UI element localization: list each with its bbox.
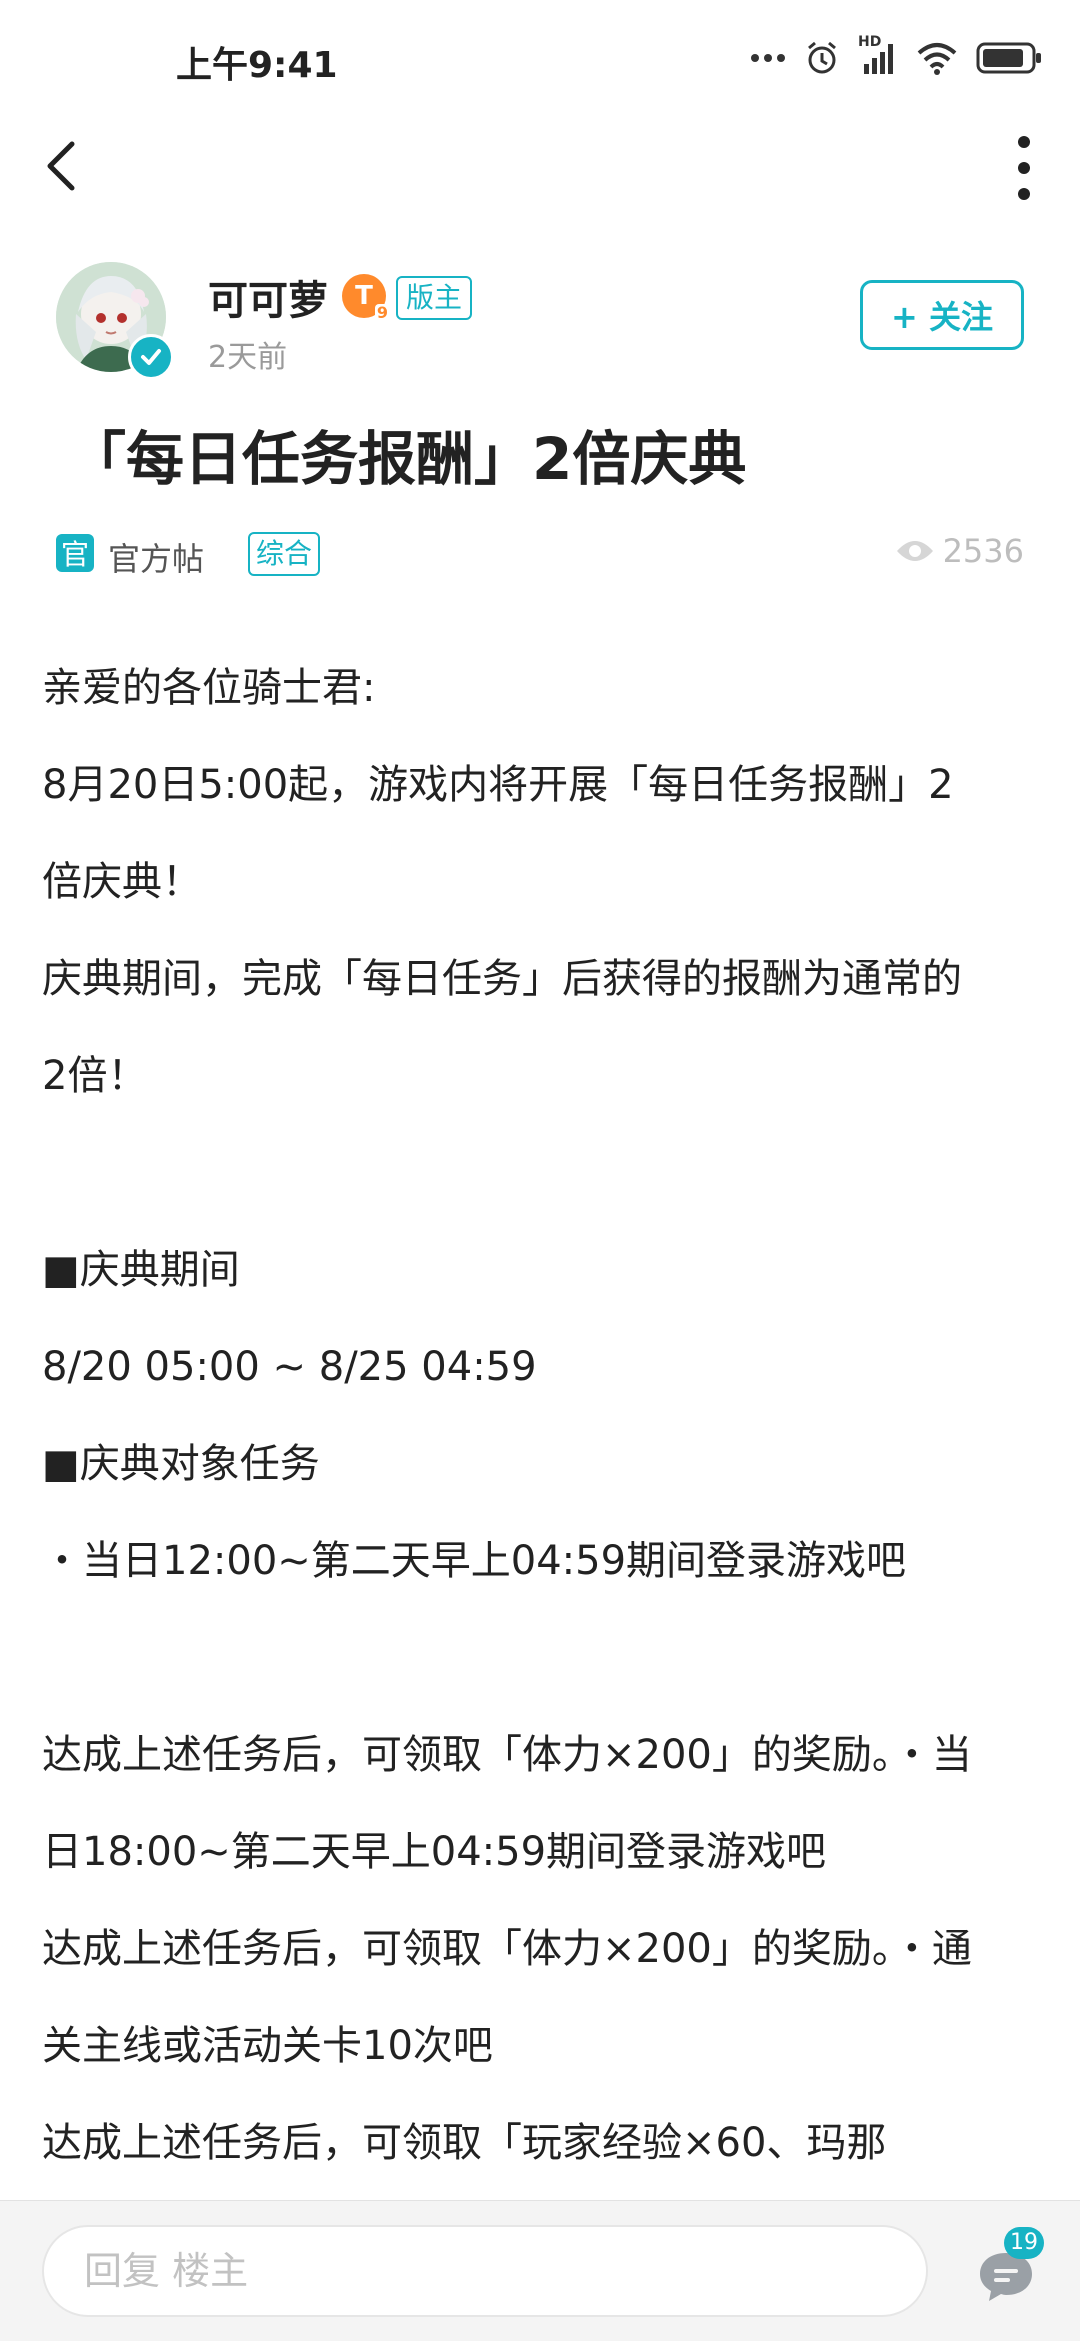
- reply-bar: 回复 楼主 19: [0, 2200, 1080, 2341]
- content-line: 倍庆典！: [42, 859, 202, 905]
- more-vertical-icon: [1018, 136, 1030, 148]
- post-content: 亲爱的各位骑士君: 8月20日5:00起，游戏内将开展「每日任务报酬」2 倍庆典…: [42, 640, 1042, 2192]
- post-title: 「每日任务报酬」2倍庆典: [68, 425, 747, 493]
- more-dots-icon: [751, 54, 785, 62]
- moderator-badge: 版主: [396, 276, 473, 320]
- official-icon: 官: [56, 534, 94, 572]
- view-count-value: 2536: [942, 532, 1024, 570]
- level-badge-text: T: [355, 281, 373, 311]
- post-time: 2天前: [208, 340, 288, 375]
- view-count: 2536: [895, 532, 1024, 570]
- back-arrow-icon: [47, 141, 75, 191]
- author-name[interactable]: 可可萝: [208, 268, 328, 326]
- content-line: 亲爱的各位骑士君:: [42, 665, 376, 711]
- level-badge-sub: 9: [374, 303, 390, 322]
- eye-icon: [896, 541, 933, 561]
- alarm-icon: [808, 41, 836, 74]
- content-line: 8/20 05:00 ~ 8/25 04:59: [42, 1344, 537, 1390]
- topic-tag[interactable]: 综合: [248, 532, 321, 576]
- follow-button[interactable]: + 关注: [860, 280, 1024, 350]
- content-line: ・当日12:00~第二天早上04:59期间登录游戏吧: [42, 1538, 907, 1584]
- more-options-button[interactable]: [1006, 136, 1042, 200]
- content-line: 2倍！: [42, 1053, 148, 1099]
- content-line: 达成上述任务后，可领取「体力×200」的奖励。・当: [42, 1732, 972, 1778]
- content-line: 关主线或活动关卡10次吧: [42, 2023, 493, 2069]
- status-icons: HD: [750, 34, 1044, 80]
- comment-count-badge: 19: [1004, 2227, 1044, 2259]
- wifi-icon: [917, 43, 957, 75]
- status-bar: 上午9:41 HD: [0, 0, 1080, 120]
- content-line: 达成上述任务后，可领取「体力×200」的奖励。・通: [42, 1926, 972, 1972]
- section-heading: ■庆典期间: [42, 1247, 240, 1293]
- reply-input[interactable]: 回复 楼主: [42, 2225, 928, 2317]
- author-avatar[interactable]: [56, 262, 174, 380]
- more-vertical-icon-dot: [1018, 188, 1030, 200]
- content-line: 8月20日5:00起，游戏内将开展「每日任务报酬」2: [42, 762, 954, 808]
- status-time: 上午9:41: [176, 45, 338, 86]
- official-post-label: 官方帖: [108, 540, 205, 578]
- verified-icon: [128, 334, 174, 380]
- battery-icon: [976, 42, 1041, 74]
- more-vertical-icon-dot: [1018, 162, 1030, 174]
- back-button[interactable]: [36, 130, 100, 202]
- signal-icon: HD: [858, 34, 898, 76]
- level-badge: T 9: [342, 274, 390, 322]
- content-line: 达成上述任务后，可领取「玩家经验×60、玛那: [42, 2120, 887, 2166]
- content-line: 日18:00~第二天早上04:59期间登录游戏吧: [42, 1829, 827, 1875]
- content-line: 庆典期间，完成「每日任务」后获得的报酬为通常的: [42, 956, 962, 1002]
- section-heading: ■庆典对象任务: [42, 1441, 320, 1487]
